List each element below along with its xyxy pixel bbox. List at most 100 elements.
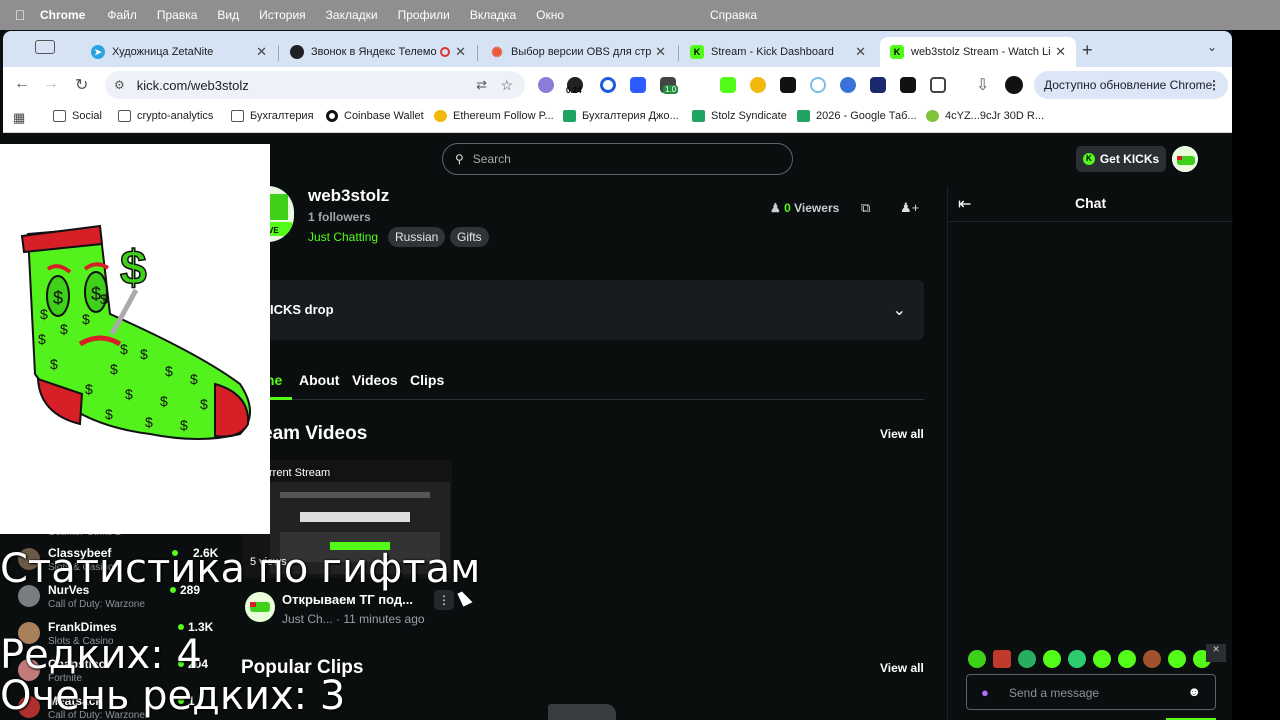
menu-help[interactable]: Справка: [710, 8, 757, 22]
extension-icon[interactable]: [900, 77, 916, 93]
menu-bookmarks[interactable]: Закладки: [326, 8, 378, 22]
menu-tab[interactable]: Вкладка: [470, 8, 516, 22]
more-icon[interactable]: ⋮: [1208, 78, 1220, 92]
extension-icon[interactable]: [870, 77, 886, 93]
close-emotes-icon[interactable]: ✕: [1206, 644, 1226, 662]
svg-text:$: $: [180, 417, 188, 433]
back-button[interactable]: ←: [14, 75, 30, 93]
follow-user-icon[interactable]: ♟+: [900, 200, 919, 216]
chat-panel: ⇤ Chat ✕ ● Send a message ☻: [947, 186, 1233, 720]
channel-avatar[interactable]: VE: [268, 186, 294, 242]
extension-icon[interactable]: [810, 77, 826, 93]
chrome-update-button[interactable]: Доступно обновление Chrome ⋮: [1034, 71, 1228, 99]
extensions-puzzle-icon[interactable]: [930, 77, 946, 93]
stream-category-link[interactable]: Just Chatting: [308, 230, 378, 244]
extension-icon[interactable]: [750, 77, 766, 93]
address-bar[interactable]: ⚙ kick.com/web3stolz ⇄ ☆: [105, 71, 525, 99]
clip-placeholder-icon: [548, 704, 616, 720]
svg-text:$: $: [165, 363, 173, 379]
bookmark-social[interactable]: Social: [53, 110, 102, 122]
bookmark-ethereum-follow[interactable]: Ethereum Follow P...: [434, 110, 554, 122]
bookmark-stolz-syndicate[interactable]: Stolz Syndicate: [692, 110, 787, 122]
extension-icon[interactable]: [600, 77, 616, 93]
search-input[interactable]: ⚲ Search: [442, 143, 793, 175]
tab-videos[interactable]: Videos: [352, 372, 398, 388]
tab-obs-version[interactable]: ✺ Выбор версии OBS для стр ✕: [480, 37, 676, 67]
menu-window[interactable]: Окно: [536, 8, 564, 22]
chat-message-input[interactable]: ● Send a message ☻: [966, 674, 1216, 710]
reload-button[interactable]: ↻: [75, 75, 88, 95]
forward-button[interactable]: →: [43, 75, 59, 93]
bookmark-crypto-analytics[interactable]: crypto-analytics: [118, 110, 213, 122]
emoji-icon[interactable]: ☻: [1187, 684, 1201, 699]
menu-view[interactable]: Вид: [217, 8, 239, 22]
mouse-cursor-icon: [457, 589, 473, 607]
emote-icon[interactable]: [1018, 650, 1036, 668]
view-all-clips-link[interactable]: View all: [880, 661, 924, 675]
emote-icon[interactable]: [1168, 650, 1186, 668]
tab-web3stolz-active[interactable]: K web3stolz Stream - Watch Li ✕: [880, 37, 1076, 67]
bookmark-star-icon[interactable]: ☆: [500, 77, 513, 94]
collapse-chat-icon[interactable]: ⇤: [958, 194, 971, 214]
video-more-icon[interactable]: ⋮: [434, 590, 454, 610]
apple-icon[interactable]: : [0, 7, 40, 23]
extension-icon[interactable]: [720, 77, 736, 93]
chrome-update-label: Доступно обновление Chrome: [1044, 78, 1213, 92]
video-channel-avatar[interactable]: [245, 592, 275, 622]
chevron-down-icon[interactable]: ⌄: [893, 300, 906, 320]
bookmark-coinbase-wallet[interactable]: Coinbase Wallet: [326, 110, 424, 122]
close-icon[interactable]: ✕: [256, 44, 267, 60]
extension-badge: 0.24: [566, 86, 582, 95]
profile-avatar[interactable]: [1005, 76, 1023, 94]
tab-zetanite[interactable]: ➤ Художница ZetaNite ✕: [81, 37, 277, 67]
tab-kick-dashboard[interactable]: K Stream - Kick Dashboard ✕: [680, 37, 876, 67]
user-avatar[interactable]: [1172, 146, 1198, 172]
emote-icon[interactable]: [993, 650, 1011, 668]
tab-about[interactable]: About: [299, 372, 339, 388]
menu-file[interactable]: Файл: [107, 8, 137, 22]
video-title[interactable]: Открываем ТГ под...: [282, 592, 413, 607]
extension-icon[interactable]: [780, 77, 796, 93]
extension-icon[interactable]: [538, 77, 554, 93]
tab-yandex-telemost[interactable]: Звонок в Яндекс Телемо ✕: [280, 37, 476, 67]
download-icon[interactable]: ⇩: [976, 75, 989, 95]
menu-edit[interactable]: Правка: [157, 8, 198, 22]
tab-search-icon[interactable]: [35, 40, 55, 54]
emote-icon[interactable]: [1043, 650, 1061, 668]
tab-search-chevron-icon[interactable]: ⌄: [1207, 40, 1217, 54]
emote-icon[interactable]: [1068, 650, 1086, 668]
bookmark-4cyz[interactable]: 4cYZ...9cJr 30D R...: [926, 110, 1044, 122]
tag-gifts[interactable]: Gifts: [450, 227, 489, 247]
get-kicks-button[interactable]: K Get KICKs: [1076, 146, 1166, 172]
microphone-icon[interactable]: ●: [981, 685, 989, 700]
close-icon[interactable]: ✕: [655, 44, 666, 60]
close-icon[interactable]: ✕: [455, 44, 466, 60]
tag-russian[interactable]: Russian: [388, 227, 446, 247]
kicks-drop-panel[interactable]: ICKS drop ⌄: [262, 280, 924, 340]
emote-icon[interactable]: [1093, 650, 1111, 668]
menu-history[interactable]: История: [259, 8, 306, 22]
tab-separator: [278, 45, 279, 61]
view-all-videos-link[interactable]: View all: [880, 427, 924, 441]
apps-grid-icon[interactable]: ▦: [13, 110, 25, 126]
new-tab-button[interactable]: +: [1082, 40, 1093, 61]
emote-icon[interactable]: [968, 650, 986, 668]
viewers-count: 0: [784, 201, 791, 215]
video-category[interactable]: Just Ch...: [282, 612, 333, 626]
bookmark-buhgalteria[interactable]: Бухгалтерия: [231, 110, 314, 122]
share-icon[interactable]: ⧉: [861, 200, 870, 216]
close-icon[interactable]: ✕: [1055, 44, 1066, 60]
extension-icon[interactable]: [630, 77, 646, 93]
tab-title: Выбор версии OBS для стр: [511, 46, 651, 58]
bookmark-2026-google[interactable]: 2026 - Google Таб...: [797, 110, 917, 122]
menu-app-name[interactable]: Chrome: [40, 8, 85, 22]
bookmark-buhgalteria-jo[interactable]: Бухгалтерия Джо...: [563, 110, 679, 122]
close-icon[interactable]: ✕: [855, 44, 866, 60]
tab-clips[interactable]: Clips: [410, 372, 444, 388]
emote-icon[interactable]: [1143, 650, 1161, 668]
site-info-icon[interactable]: ⚙: [114, 78, 125, 92]
extension-icon[interactable]: [840, 77, 856, 93]
emote-icon[interactable]: [1118, 650, 1136, 668]
translate-icon[interactable]: ⇄: [476, 77, 487, 93]
menu-profiles[interactable]: Профили: [398, 8, 450, 22]
